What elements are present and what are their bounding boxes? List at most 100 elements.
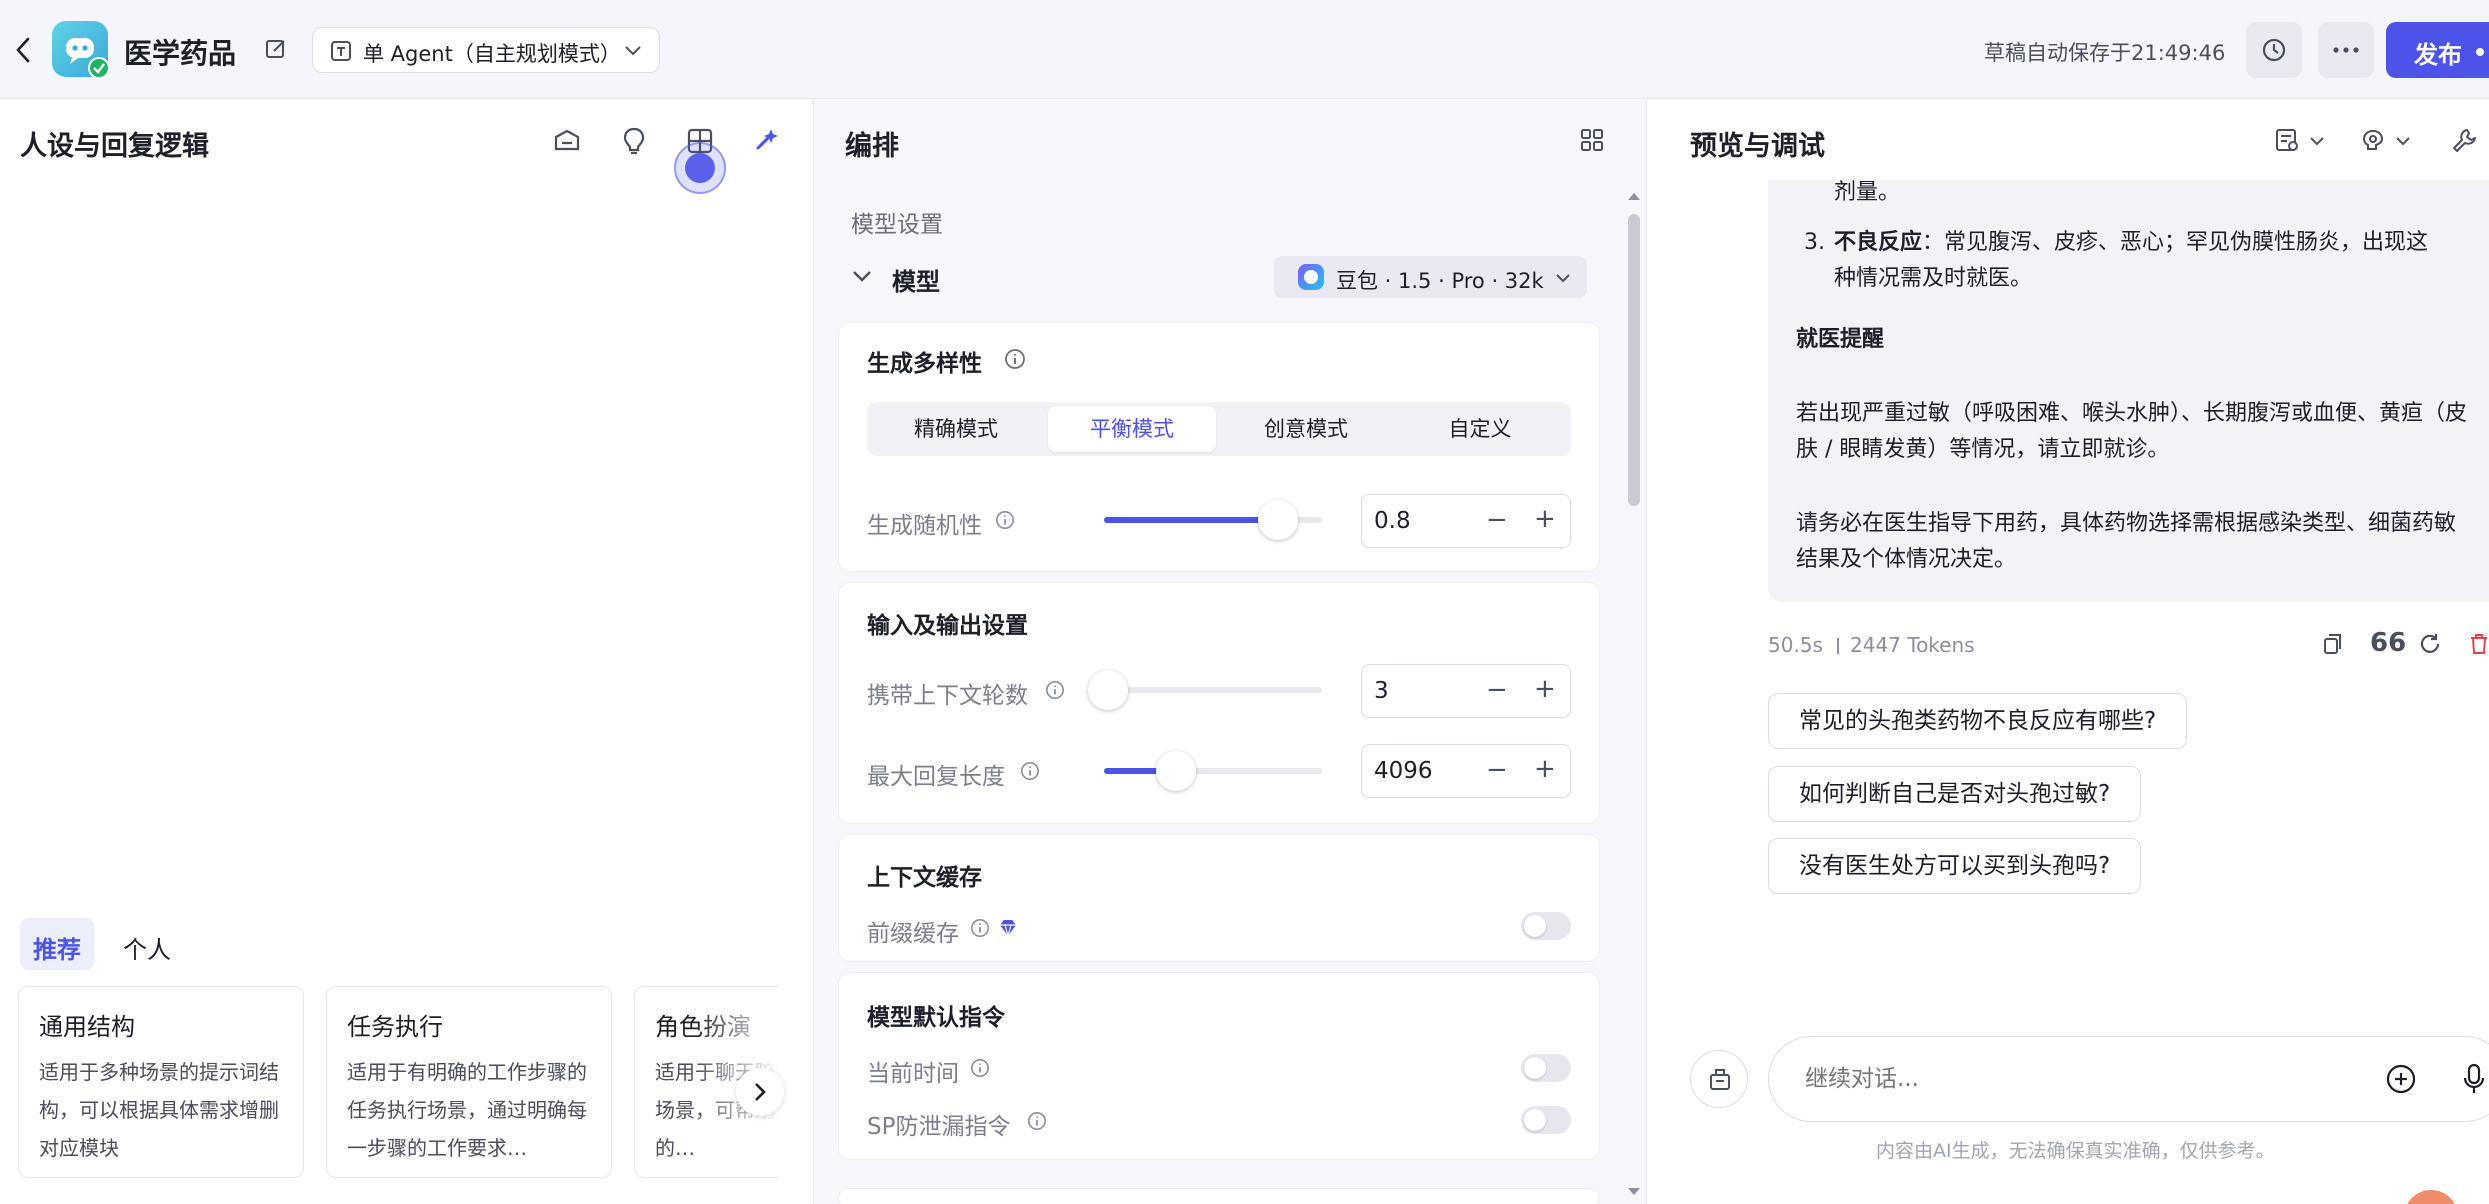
max-length-slider-track[interactable] bbox=[1104, 751, 1322, 791]
minus-icon[interactable]: − bbox=[1486, 505, 1508, 535]
publish-label: 发布 bbox=[2414, 41, 2462, 69]
answer-heading: 就医提醒 bbox=[1796, 327, 1885, 352]
context-rounds-slider-handle[interactable] bbox=[1088, 670, 1128, 710]
answer-bold-term: 不良反应 bbox=[1834, 230, 1923, 255]
context-rounds-stepper[interactable]: 3 − + bbox=[1361, 664, 1571, 718]
meta-divider bbox=[1837, 638, 1839, 654]
wrench-settings-icon[interactable] bbox=[2450, 126, 2478, 154]
agent-icon bbox=[331, 41, 351, 61]
info-icon[interactable] bbox=[970, 1058, 990, 1078]
template-card-task[interactable]: 任务执行 适用于有明确的工作步骤的任务执行场景，通过明确每一步骤的工作要求… bbox=[326, 986, 612, 1178]
tab-personal[interactable]: 个人 bbox=[110, 918, 184, 970]
model-selector[interactable]: 豆包 · 1.5 · Pro · 32k bbox=[1274, 256, 1587, 298]
template-title: 通用结构 bbox=[39, 1013, 135, 1041]
app-title: 医学药品 bbox=[124, 37, 237, 70]
response-time: 50.5s bbox=[1768, 633, 1823, 657]
randomness-label: 生成随机性 bbox=[867, 513, 982, 539]
back-arrow-icon[interactable] bbox=[14, 36, 34, 64]
carousel-next-button[interactable] bbox=[736, 1068, 784, 1116]
mode-precise[interactable]: 精确模式 bbox=[872, 406, 1040, 452]
chat-input[interactable] bbox=[1805, 1059, 2305, 1099]
bot-answer-bubble: 剂量。 3. 不良反应：常见腹泻、皮疹、恶心；罕见伪膜性肠炎，出现这种情况需及时… bbox=[1768, 180, 2489, 602]
max-length-slider-handle[interactable] bbox=[1156, 751, 1196, 791]
tab-personal-label: 个人 bbox=[123, 936, 171, 964]
quote-icon[interactable]: 66 bbox=[2370, 628, 2406, 658]
mode-creative[interactable]: 创意模式 bbox=[1222, 406, 1390, 452]
template-desc: 适用于有明确的工作步骤的任务执行场景，通过明确每一步骤的工作要求… bbox=[347, 1060, 587, 1160]
plus-icon[interactable]: + bbox=[1534, 754, 1556, 784]
publish-button[interactable]: 发布 bbox=[2386, 22, 2489, 78]
randomness-stepper[interactable]: 0.8 − + bbox=[1361, 494, 1571, 548]
ai-disclaimer: 内容由AI生成，无法确保真实准确，仅供参考。 bbox=[1876, 1140, 2275, 1162]
minus-icon[interactable]: − bbox=[1486, 675, 1508, 705]
more-button[interactable] bbox=[2318, 22, 2374, 78]
template-card-general[interactable]: 通用结构 适用于多种场景的提示词结构，可以根据具体需求增删对应模块 bbox=[18, 986, 304, 1178]
info-icon[interactable] bbox=[1020, 761, 1040, 781]
app-avatar[interactable] bbox=[52, 21, 110, 79]
max-length-stepper[interactable]: 4096 − + bbox=[1361, 744, 1571, 798]
ai-optimize-icon[interactable] bbox=[752, 126, 780, 154]
context-rounds-slider-track[interactable] bbox=[1088, 670, 1322, 710]
info-icon[interactable] bbox=[1004, 348, 1026, 370]
clear-context-button[interactable] bbox=[1690, 1050, 1748, 1108]
agent-mode-selector[interactable]: 单 Agent（自主规划模式） bbox=[312, 27, 660, 73]
sp-leak-toggle[interactable] bbox=[1521, 1106, 1571, 1134]
chat-input-box[interactable] bbox=[1768, 1036, 2489, 1122]
randomness-slider-handle[interactable] bbox=[1258, 500, 1298, 540]
suggestion-chip[interactable]: 常见的头孢类药物不良反应有哪些? bbox=[1768, 693, 2188, 749]
io-settings-title: 输入及输出设置 bbox=[867, 613, 1028, 639]
plus-icon[interactable]: + bbox=[1534, 504, 1556, 534]
memory-menu-button[interactable] bbox=[2360, 126, 2416, 156]
brain-memory-icon bbox=[2362, 129, 2384, 150]
answer-paragraph: 请务必在医生指导下用药，具体药物选择需根据感染类型、细菌药敏结果及个体情况决定。 bbox=[1796, 511, 2457, 572]
grid-layout-icon[interactable] bbox=[1580, 128, 1604, 152]
sp-leak-label: SP防泄漏指令 bbox=[867, 1114, 1011, 1140]
answer-text: ：常见腹泻、皮疹、恶心；罕见伪膜性肠炎，出现这种情况需及时就医。 bbox=[1834, 230, 2429, 291]
regenerate-icon[interactable] bbox=[2418, 632, 2442, 656]
randomness-slider-track[interactable] bbox=[1104, 500, 1322, 540]
info-icon[interactable] bbox=[1045, 680, 1065, 700]
agent-mode-label: 单 Agent（自主规划模式） bbox=[363, 42, 621, 66]
prefix-cache-toggle[interactable] bbox=[1521, 912, 1571, 940]
assistant-float-avatar[interactable] bbox=[2404, 1190, 2458, 1204]
delete-icon[interactable] bbox=[2468, 632, 2489, 656]
info-icon[interactable] bbox=[1027, 1111, 1047, 1131]
minus-icon[interactable]: − bbox=[1486, 755, 1508, 785]
suggestion-chip[interactable]: 如何判断自己是否对头孢过敏? bbox=[1768, 766, 2142, 822]
mode-balanced[interactable]: 平衡模式 bbox=[1048, 406, 1216, 452]
add-attachment-icon[interactable] bbox=[2385, 1063, 2417, 1095]
orchestration-title: 编排 bbox=[845, 131, 899, 162]
collapse-chevron-icon[interactable] bbox=[851, 268, 873, 284]
context-rounds-value[interactable]: 3 bbox=[1374, 678, 1389, 704]
chevron-down-icon bbox=[625, 46, 641, 56]
info-icon[interactable] bbox=[995, 510, 1015, 530]
current-time-toggle[interactable] bbox=[1521, 1054, 1571, 1082]
preview-title: 预览与调试 bbox=[1690, 131, 1825, 162]
scroll-up-arrow-icon[interactable] bbox=[1626, 190, 1642, 202]
import-prompt-icon[interactable] bbox=[552, 127, 582, 155]
max-length-value[interactable]: 4096 bbox=[1374, 758, 1433, 784]
suggestion-chip[interactable]: 没有医生处方可以买到头孢吗? bbox=[1768, 838, 2142, 894]
lightbulb-icon[interactable] bbox=[621, 126, 647, 156]
randomness-value[interactable]: 0.8 bbox=[1374, 508, 1411, 534]
context-cache-title: 上下文缓存 bbox=[867, 865, 982, 891]
prefix-cache-label: 前缀缓存 bbox=[867, 921, 959, 947]
answer-line: 剂量。 bbox=[1834, 180, 1901, 205]
chevron-down-icon bbox=[2396, 137, 2410, 146]
info-icon[interactable] bbox=[970, 918, 990, 938]
edit-icon[interactable] bbox=[264, 37, 288, 61]
tab-recommended[interactable]: 推荐 bbox=[20, 918, 94, 970]
scroll-down-arrow-icon[interactable] bbox=[1626, 1186, 1642, 1198]
tab-recommended-label: 推荐 bbox=[33, 936, 81, 964]
template-title: 任务执行 bbox=[347, 1013, 443, 1041]
copy-icon[interactable] bbox=[2322, 632, 2344, 656]
mode-custom[interactable]: 自定义 bbox=[1396, 406, 1564, 452]
current-time-label: 当前时间 bbox=[867, 1061, 959, 1087]
chevron-down-icon bbox=[2310, 137, 2324, 146]
plus-icon[interactable]: + bbox=[1534, 674, 1556, 704]
debug-menu-button[interactable] bbox=[2274, 126, 2330, 156]
history-button[interactable] bbox=[2246, 22, 2302, 78]
microphone-icon[interactable] bbox=[2461, 1062, 2487, 1096]
scrollbar-thumb[interactable] bbox=[1628, 214, 1640, 506]
doubao-logo-icon bbox=[1298, 264, 1324, 290]
